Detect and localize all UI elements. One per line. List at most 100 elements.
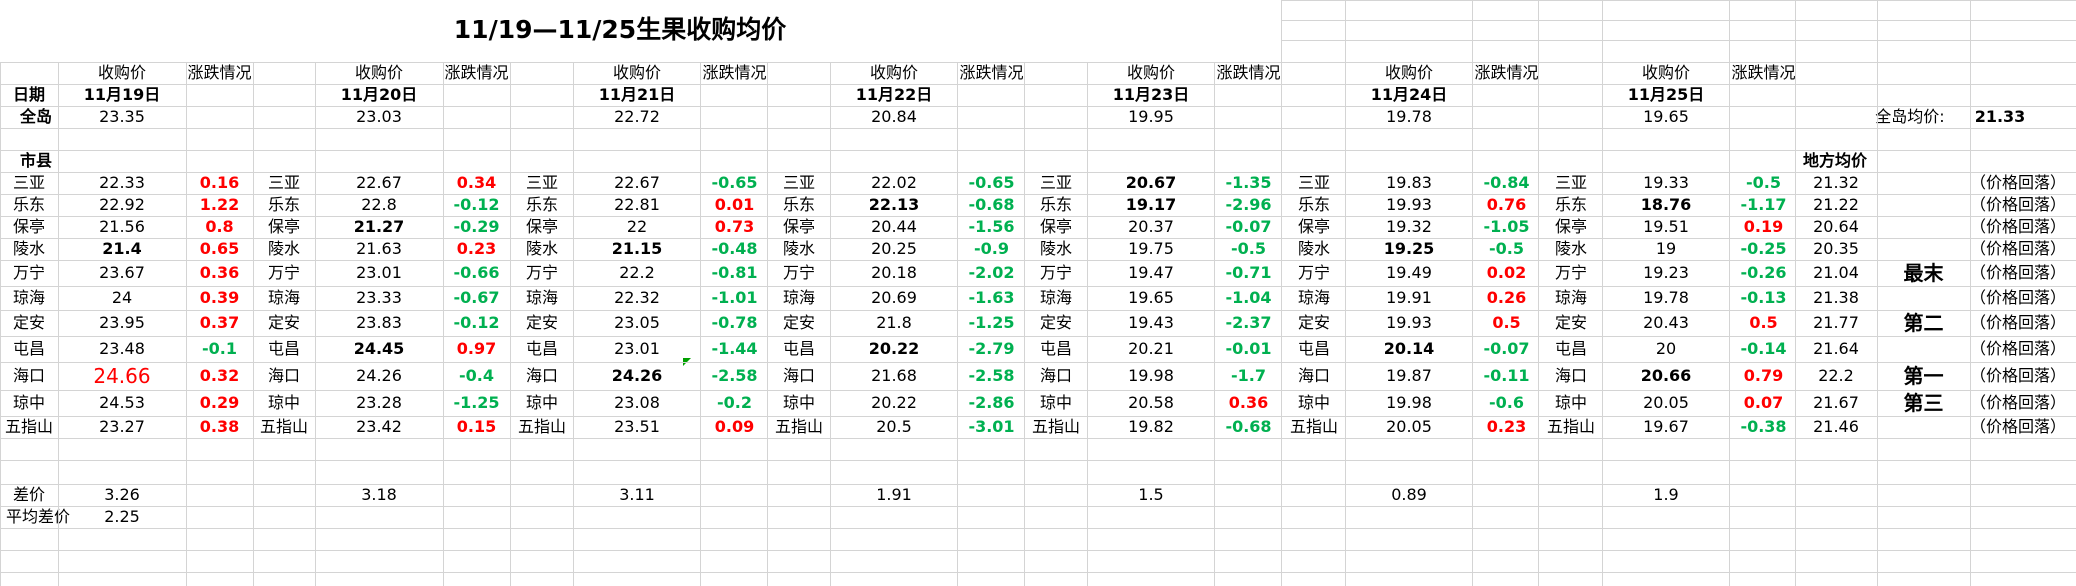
county-label: 五指山 [1289, 417, 1338, 436]
price-cell: 19.93 [1386, 313, 1432, 332]
change-cell: -0.1 [202, 339, 237, 358]
change-cell: 0.07 [1743, 393, 1784, 412]
change-cell: 0.5 [1492, 313, 1521, 332]
price-cell: 22.2 [619, 263, 655, 282]
county-label: 陵水 [1297, 239, 1330, 258]
change-cell: -0.11 [1483, 366, 1530, 385]
county-label: 万宁 [525, 263, 558, 282]
change-cell: -1.25 [968, 313, 1015, 332]
price-cell: 23.05 [614, 313, 660, 332]
change-cell: 0.37 [199, 313, 240, 332]
county-label: 万宁 [267, 263, 300, 282]
county-label: 保亭 [1554, 217, 1587, 236]
change-cell: -3.01 [968, 417, 1015, 436]
county-header: 市县 [19, 151, 52, 170]
price-cell: 18.76 [1640, 195, 1692, 214]
county-label: 陵水 [782, 239, 815, 258]
price-cell: 22.67 [356, 173, 402, 192]
county-label: 定安 [267, 313, 300, 332]
price-cell: 20 [1655, 339, 1677, 358]
sheet-title: 11/19—11/25生果收购均价 [453, 15, 787, 44]
price-cell: 24.45 [353, 339, 405, 358]
rank-label: 第一 [1903, 364, 1944, 388]
county-label: 海口 [1554, 366, 1587, 385]
change-header: 涨跌情况 [1216, 63, 1281, 82]
county-label: 定安 [525, 313, 558, 332]
rank-label [1877, 194, 1970, 216]
rank-label: 第三 [1903, 391, 1944, 415]
price-cell: 19.43 [1128, 313, 1174, 332]
price-header: 收购价 [612, 63, 661, 82]
change-cell: -2.02 [968, 263, 1015, 282]
change-cell: -0.2 [717, 393, 752, 412]
price-cell: 20.22 [868, 339, 920, 358]
county-label: 琼中 [782, 393, 815, 412]
county-label: 屯昌 [1297, 339, 1330, 358]
county-label: 屯昌 [525, 339, 558, 358]
price-cell: 24.26 [611, 366, 663, 385]
county-label: 三亚 [525, 173, 558, 192]
change-cell: -0.81 [711, 263, 758, 282]
change-cell: 0.8 [205, 217, 234, 236]
county-label: 陵水 [12, 239, 45, 258]
diff-value: 1.9 [1653, 485, 1679, 504]
price-cell: 22.32 [614, 288, 660, 307]
price-cell: 20.44 [871, 217, 917, 236]
county-label: 海口 [782, 366, 815, 385]
grid-hline [0, 550, 2076, 551]
grid-hline [0, 106, 2076, 107]
change-cell: 0.26 [1486, 288, 1527, 307]
price-cell: 22.67 [614, 173, 660, 192]
local-avg-value: 21.04 [1813, 263, 1859, 282]
island-price: 23.03 [356, 107, 402, 126]
change-cell: -1.35 [1225, 173, 1272, 192]
price-cell: 19.83 [1386, 173, 1432, 192]
county-label: 乐东 [12, 195, 45, 214]
county-label: 定安 [1554, 313, 1587, 332]
price-cell: 21.56 [99, 217, 145, 236]
price-cell: 19.91 [1386, 288, 1432, 307]
price-cell: 20.43 [1643, 313, 1689, 332]
price-cell: 21.63 [356, 239, 402, 258]
price-cell: 23.01 [356, 263, 402, 282]
change-cell: -0.5 [1231, 239, 1266, 258]
county-label: 琼海 [267, 288, 300, 307]
change-cell: -0.14 [1740, 339, 1787, 358]
price-cell: 19.82 [1128, 417, 1174, 436]
county-label: 乐东 [1039, 195, 1072, 214]
price-header: 收购价 [1384, 63, 1433, 82]
county-label: 三亚 [267, 173, 300, 192]
grid-vline [1281, 0, 1282, 62]
price-cell: 19.25 [1383, 239, 1435, 258]
change-cell: 0.34 [456, 173, 497, 192]
change-cell: -2.58 [968, 366, 1015, 385]
local-avg-value: 20.35 [1813, 239, 1859, 258]
change-cell: -0.9 [974, 239, 1009, 258]
price-cell: 20.18 [871, 263, 917, 282]
price-cell: 20.05 [1643, 393, 1689, 412]
county-label: 乐东 [1297, 195, 1330, 214]
spreadsheet[interactable]: 11/19—11/25生果收购均价 日期 全岛 市县 差价 平均差价 2.25 … [0, 0, 2076, 586]
change-cell: -0.12 [453, 195, 500, 214]
county-label: 琼中 [12, 393, 45, 412]
county-label: 陵水 [1039, 239, 1072, 258]
trend-note: （价格回落） [1969, 173, 2066, 192]
rank-label [1877, 216, 1970, 238]
change-cell: -0.66 [453, 263, 500, 282]
change-cell: 0.73 [714, 217, 755, 236]
island-price: 22.72 [614, 107, 660, 126]
change-cell: -0.78 [711, 313, 758, 332]
change-cell: -0.68 [1225, 417, 1272, 436]
local-avg-header: 地方均价 [1802, 151, 1867, 170]
price-cell: 20.25 [871, 239, 917, 258]
island-avg-label: 全岛均价: [1875, 107, 1945, 126]
local-avg-value: 21.64 [1813, 339, 1859, 358]
county-label: 万宁 [1039, 263, 1072, 282]
county-label: 五指山 [517, 417, 566, 436]
change-cell: -0.25 [1740, 239, 1787, 258]
change-cell: -0.65 [711, 173, 758, 192]
change-cell: -1.63 [968, 288, 1015, 307]
county-label: 琼海 [1554, 288, 1587, 307]
change-cell: -0.67 [453, 288, 500, 307]
trend-note: （价格回落） [1969, 393, 2066, 412]
